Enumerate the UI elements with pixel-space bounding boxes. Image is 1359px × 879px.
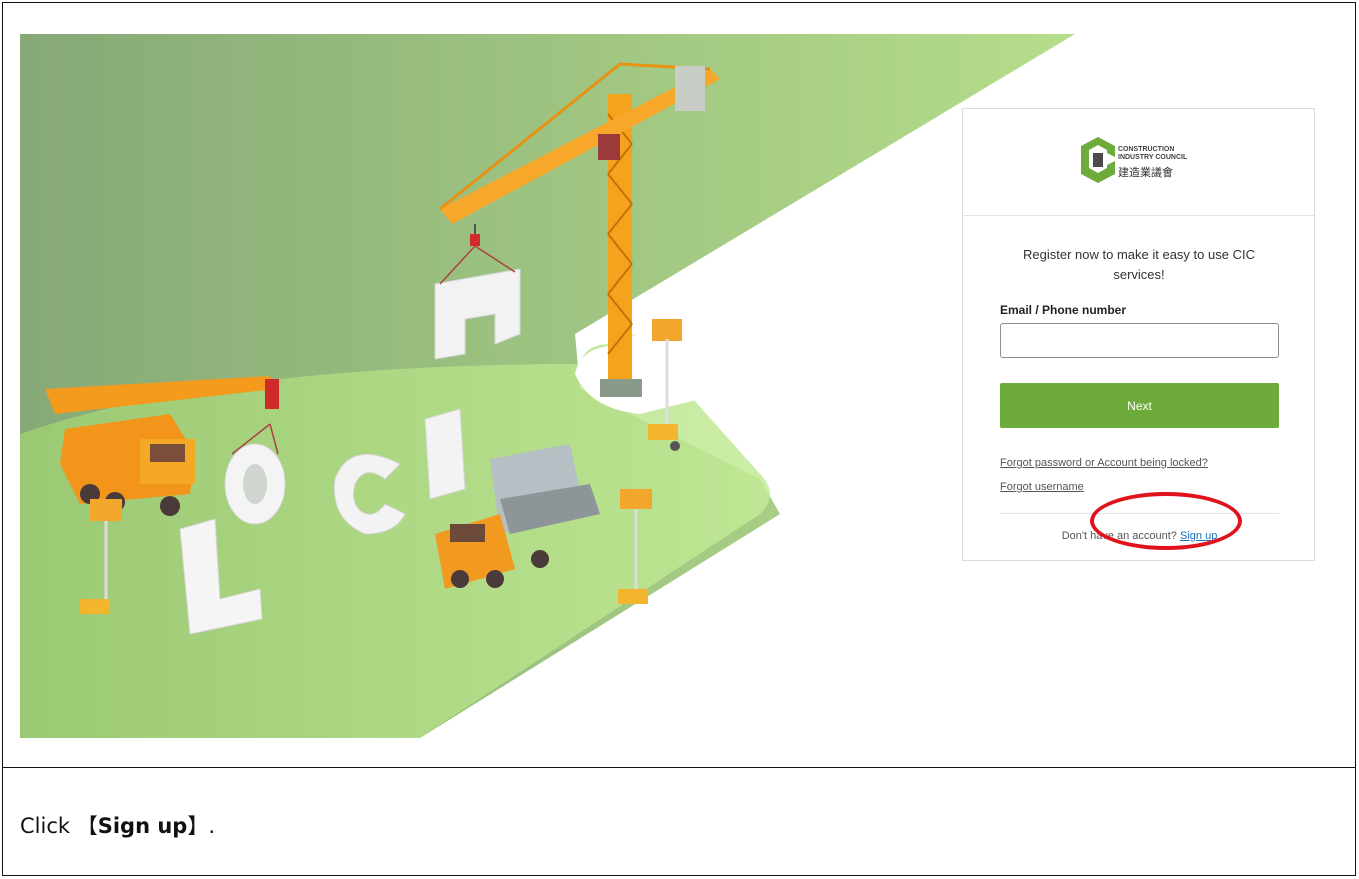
section-divider xyxy=(3,767,1355,768)
screenshot-area: CONSTRUCTION INDUSTRY COUNCIL 建造業議會 Regi… xyxy=(20,34,1340,738)
cic-logo: CONSTRUCTION INDUSTRY COUNCIL 建造業議會 xyxy=(1081,137,1201,187)
letter-l-tall-block xyxy=(424,408,466,500)
instruction-target: Sign up xyxy=(97,814,188,838)
intro-text: Register now to make it easy to use CIC … xyxy=(1023,247,1255,282)
instruction-caption: Click 【Sign up】. xyxy=(20,810,215,840)
card-header: CONSTRUCTION INDUSTRY COUNCIL 建造業議會 xyxy=(963,109,1314,216)
instruction-prefix: Click xyxy=(20,814,77,838)
email-phone-input[interactable] xyxy=(1000,323,1279,358)
next-button[interactable]: Next xyxy=(1000,383,1279,428)
email-label: Email / Phone number xyxy=(1000,303,1127,317)
logo-line2: INDUSTRY COUNCIL xyxy=(1118,154,1188,161)
forgot-username-link[interactable]: Forgot username xyxy=(1000,481,1084,493)
logo-english-text: CONSTRUCTION INDUSTRY COUNCIL xyxy=(1118,146,1187,162)
logo-line1: CONSTRUCTION xyxy=(1118,146,1175,153)
instruction-open-bracket: 【 xyxy=(76,814,98,838)
logo-chinese-text: 建造業議會 xyxy=(1118,166,1173,179)
instruction-close-bracket: 】. xyxy=(187,814,216,838)
forgot-password-link[interactable]: Forgot password or Account being locked? xyxy=(1000,457,1208,469)
highlight-circle xyxy=(1090,492,1242,550)
cic-logo-icon xyxy=(1081,137,1115,183)
